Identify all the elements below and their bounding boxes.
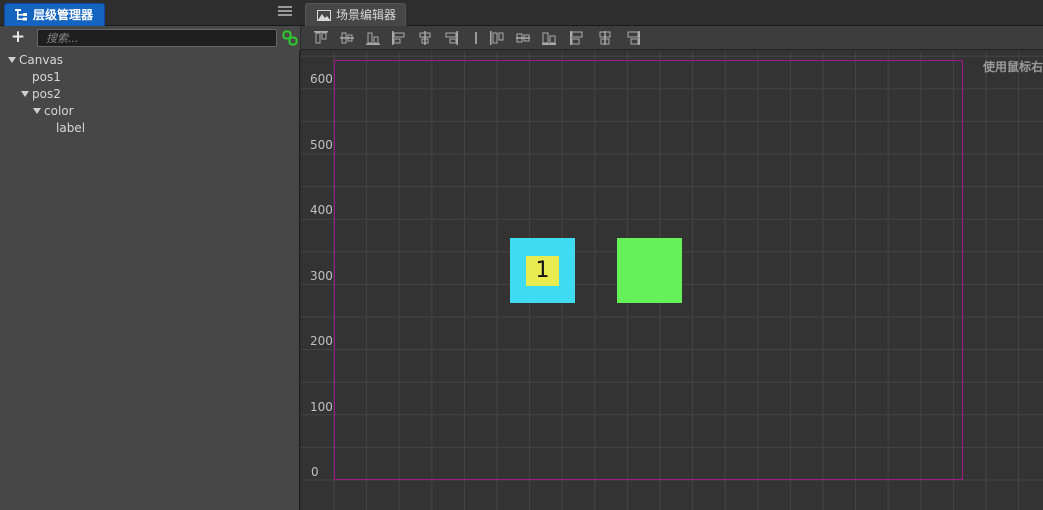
search-input[interactable] xyxy=(37,29,277,47)
link-icon[interactable] xyxy=(282,30,298,46)
scene-viewport[interactable]: 使用鼠标右 600 500 400 300 200 100 0 1 xyxy=(301,51,1043,510)
tree-node-label: pos2 xyxy=(32,87,61,101)
hierarchy-icon xyxy=(15,9,27,21)
align-bottom-icon[interactable] xyxy=(365,30,381,46)
y-axis-label: 600 xyxy=(310,72,333,86)
align-hcenter-icon[interactable] xyxy=(417,30,433,46)
tree-node-label: Canvas xyxy=(19,53,64,67)
scene-tabbar: 场景编辑器 xyxy=(301,0,1043,26)
y-axis-label: 0 xyxy=(311,465,319,479)
add-node-button[interactable]: + xyxy=(10,29,26,46)
hierarchy-panel: 层级管理器 + Canvas pos1 pos2 xyxy=(0,0,300,510)
scene-node-label[interactable]: 1 xyxy=(526,256,559,286)
y-axis-label: 300 xyxy=(310,269,333,283)
scene-hint: 使用鼠标右 xyxy=(982,60,1043,74)
editor-window: 层级管理器 + Canvas pos1 pos2 xyxy=(0,0,1043,510)
tree-node-color[interactable]: color xyxy=(0,103,300,120)
distribute-right-icon[interactable] xyxy=(625,30,641,46)
tree-node-label[interactable]: label xyxy=(0,120,300,137)
y-axis-label: 100 xyxy=(310,400,333,414)
align-vcenter-icon[interactable] xyxy=(339,30,355,46)
panel-menu-icon[interactable] xyxy=(278,6,292,18)
tree-node-pos1[interactable]: pos1 xyxy=(0,69,300,86)
tab-hierarchy-label: 层级管理器 xyxy=(33,8,94,22)
y-axis-label: 400 xyxy=(310,203,333,217)
scene-icon xyxy=(317,10,331,21)
y-axis-label: 200 xyxy=(310,334,333,348)
tree-node-label: label xyxy=(56,121,86,135)
align-toolbar xyxy=(301,26,1043,50)
tree-node-label: pos1 xyxy=(32,70,61,84)
expand-arrow-icon[interactable] xyxy=(8,57,16,63)
hierarchy-toolbar: + xyxy=(0,26,300,50)
tab-scene-editor[interactable]: 场景编辑器 xyxy=(305,3,406,26)
y-axis-label: 500 xyxy=(310,138,333,152)
scene-node-pos2[interactable] xyxy=(617,238,682,303)
align-top-icon[interactable] xyxy=(313,30,329,46)
scene-panel: 场景编辑器 使用鼠标右 600 500 400 300 200 100 0 1 xyxy=(301,0,1043,510)
distribute-bottom-icon[interactable] xyxy=(541,30,557,46)
distribute-top-icon[interactable] xyxy=(489,30,505,46)
tree-node-canvas[interactable]: Canvas xyxy=(0,52,300,69)
align-right-icon[interactable] xyxy=(443,30,459,46)
hierarchy-tabbar: 层级管理器 xyxy=(0,0,300,26)
align-left-icon[interactable] xyxy=(391,30,407,46)
distribute-left-icon[interactable] xyxy=(569,30,585,46)
tab-scene-editor-label: 场景编辑器 xyxy=(336,8,397,22)
expand-arrow-icon[interactable] xyxy=(33,108,41,114)
tree-node-pos2[interactable]: pos2 xyxy=(0,86,300,103)
tree-node-label: color xyxy=(44,104,74,118)
expand-arrow-icon[interactable] xyxy=(21,91,29,97)
distribute-vcenter-icon[interactable] xyxy=(515,30,531,46)
distribute-hcenter-icon[interactable] xyxy=(597,30,613,46)
node-tree: Canvas pos1 pos2 color label xyxy=(0,52,300,137)
tab-hierarchy[interactable]: 层级管理器 xyxy=(4,3,105,26)
toolbar-separator xyxy=(475,32,477,44)
